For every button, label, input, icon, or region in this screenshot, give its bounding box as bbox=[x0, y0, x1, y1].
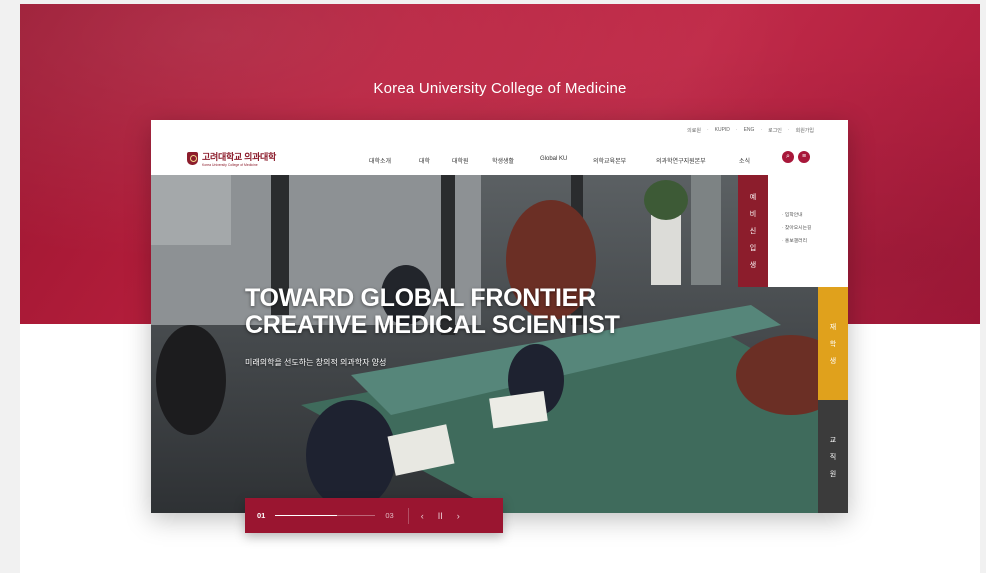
chevron-left-icon[interactable]: ‹ bbox=[421, 511, 424, 521]
hero-slider: TOWARD GLOBAL FRONTIER CREATIVE MEDICAL … bbox=[151, 175, 848, 513]
pager-current: 01 bbox=[257, 511, 266, 520]
nav-item-global-ku[interactable]: Global KU bbox=[540, 156, 593, 165]
hamburger-menu-icon[interactable]: ≡ bbox=[798, 151, 810, 163]
site-logo[interactable]: 고려대학교 의과대학 Korea University College of M… bbox=[187, 150, 276, 167]
showcase-canvas: Korea University College of Medicine 의료원… bbox=[20, 4, 980, 573]
nav-item-student-life[interactable]: 학생생활 bbox=[492, 156, 540, 165]
prospective-menu: · 입학안내 · 찾아오시는길 · 홍보갤러리 bbox=[768, 175, 848, 287]
side-tab-students-char: 재 bbox=[829, 323, 837, 331]
pager-progress-fill bbox=[275, 515, 338, 516]
prospective-link-directions[interactable]: · 찾아오시는길 bbox=[782, 224, 848, 231]
prospective-link-gallery[interactable]: · 홍보갤러리 bbox=[782, 237, 848, 244]
util-link-eng[interactable]: ENG bbox=[744, 127, 755, 134]
hero-title-line-1: TOWARD GLOBAL FRONTIER bbox=[245, 284, 596, 312]
nav-item-news[interactable]: 소식 bbox=[739, 156, 763, 165]
util-link-login[interactable]: 로그인 bbox=[768, 127, 782, 134]
nav-item-research-support[interactable]: 의과학연구지원본부 bbox=[656, 156, 739, 165]
side-tab-prospective[interactable]: 예 비 신 입 생 bbox=[738, 175, 768, 287]
side-tab-faculty[interactable]: 교 직 원 bbox=[818, 400, 848, 513]
hero-subtitle: 미래의학을 선도하는 창의적 의과학자 양성 bbox=[245, 358, 387, 367]
main-navigation: 대학소개 대학 대학원 학생생활 Global KU 의학교육본부 의과학연구지… bbox=[369, 156, 763, 165]
side-tab-students-char: 학 bbox=[829, 340, 837, 348]
page: Korea University College of Medicine 의료원… bbox=[0, 0, 986, 573]
side-tab-faculty-char: 원 bbox=[829, 470, 837, 478]
nav-item-college[interactable]: 대학 bbox=[419, 156, 452, 165]
showcase-caption: Korea University College of Medicine bbox=[373, 80, 627, 97]
website-mockup: 의료원 · KUPID · ENG · 로그인 · 회원가입 고려대학교 의과대학 Ko… bbox=[151, 120, 848, 533]
prospective-link-admission[interactable]: · 입학안내 bbox=[782, 211, 848, 218]
pager-total: 03 bbox=[385, 511, 394, 520]
pause-icon[interactable]: II bbox=[438, 511, 443, 521]
logo-korean: 고려대학교 의과대학 bbox=[202, 152, 277, 162]
hero-title: TOWARD GLOBAL FRONTIER CREATIVE MEDICAL … bbox=[245, 285, 620, 339]
crest-icon bbox=[187, 152, 198, 165]
chevron-right-icon[interactable]: › bbox=[457, 511, 460, 521]
side-tab-faculty-char: 교 bbox=[829, 436, 837, 444]
side-tab-students-char: 생 bbox=[829, 357, 837, 365]
nav-item-about[interactable]: 대학소개 bbox=[369, 156, 419, 165]
hero-title-line-2: CREATIVE MEDICAL SCIENTIST bbox=[245, 311, 620, 339]
side-tab-prospective-char: 신 bbox=[749, 228, 757, 235]
pager-progress-track bbox=[275, 515, 376, 516]
side-tab-prospective-char: 비 bbox=[749, 211, 757, 218]
utility-links: 의료원 · KUPID · ENG · 로그인 · 회원가입 bbox=[687, 127, 814, 134]
nav-item-graduate[interactable]: 대학원 bbox=[452, 156, 492, 165]
header-icons: ⌕ ≡ bbox=[782, 151, 810, 163]
side-tab-prospective-char: 입 bbox=[749, 245, 757, 252]
slide-pager: 01 03 ‹ II › bbox=[245, 498, 503, 533]
util-link-medical-center[interactable]: 의료원 bbox=[687, 127, 701, 134]
side-tab-prospective-char: 생 bbox=[749, 262, 757, 269]
search-icon[interactable]: ⌕ bbox=[782, 151, 794, 163]
side-tab-faculty-char: 직 bbox=[829, 453, 837, 461]
util-link-signup[interactable]: 회원가입 bbox=[796, 127, 814, 134]
side-tab-prospective-char: 예 bbox=[749, 194, 757, 201]
nav-item-medical-education[interactable]: 의학교육본부 bbox=[593, 156, 656, 165]
logo-english: Korea University College of Medicine bbox=[202, 163, 258, 167]
pager-divider bbox=[407, 507, 409, 524]
side-tab-students[interactable]: 재 학 생 bbox=[818, 287, 848, 400]
util-link-kupid[interactable]: KUPID bbox=[715, 127, 730, 134]
